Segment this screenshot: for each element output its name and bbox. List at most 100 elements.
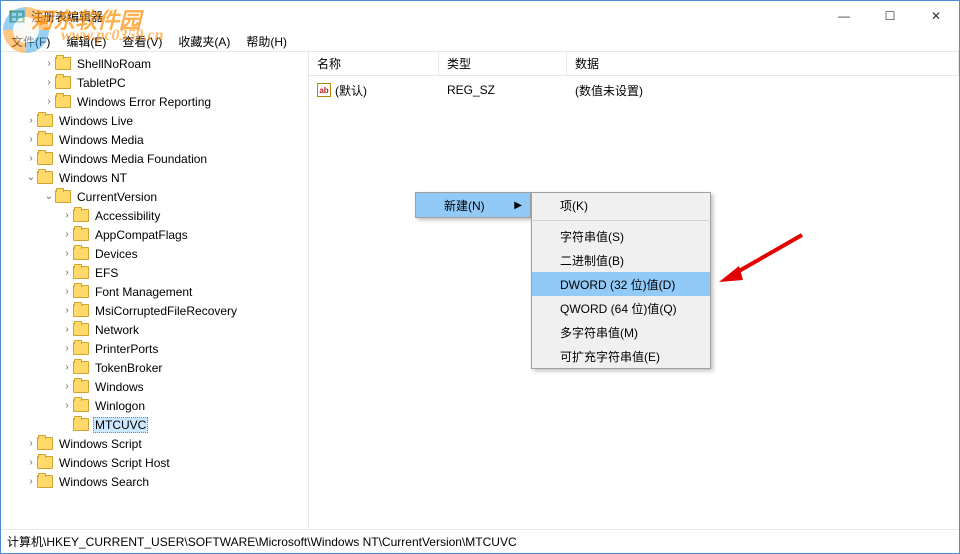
context-menu-1: 新建(N) ▶ — [415, 192, 531, 218]
tree-item[interactable]: › Font Management — [3, 282, 308, 301]
tree-item[interactable]: ›MsiCorruptedFileRecovery — [3, 301, 308, 320]
tree-expander-icon[interactable]: › — [61, 362, 73, 373]
tree-expander-icon[interactable]: › — [25, 457, 37, 468]
ctx-string[interactable]: 字符串值(S) — [532, 224, 710, 248]
tree-item[interactable]: ›TabletPC — [3, 73, 308, 92]
tree-item-label: ShellNoRoam — [75, 57, 153, 71]
tree-expander-icon[interactable]: › — [43, 77, 55, 88]
tree-expander-icon[interactable]: › — [61, 286, 73, 297]
folder-icon — [37, 456, 53, 469]
tree-item-label: Font Management — [93, 285, 194, 299]
menu-help[interactable]: 帮助(H) — [240, 31, 293, 52]
ctx-new[interactable]: 新建(N) ▶ — [416, 193, 530, 217]
tree-item-label: Windows Media Foundation — [57, 152, 209, 166]
tree-item[interactable]: ›Windows Error Reporting — [3, 92, 308, 111]
tree-item[interactable]: ›PrinterPorts — [3, 339, 308, 358]
close-button[interactable]: ✕ — [913, 1, 959, 31]
ctx-expandstring[interactable]: 可扩充字符串值(E) — [532, 344, 710, 368]
tree-item-label: EFS — [93, 266, 120, 280]
tree-expander-icon[interactable]: › — [61, 305, 73, 316]
list-row[interactable]: ab (默认) REG_SZ (数值未设置) — [309, 80, 959, 100]
tree-item-label: Windows NT — [57, 171, 129, 185]
tree-item[interactable]: › Windows Media — [3, 130, 308, 149]
tree-item[interactable]: › ShellNoRoam — [3, 54, 308, 73]
ctx-key[interactable]: 项(K) — [532, 193, 710, 217]
tree-item[interactable]: MTCUVC — [3, 415, 308, 434]
tree-expander-icon[interactable]: › — [61, 324, 73, 335]
tree-item-label: Windows Search — [57, 475, 151, 489]
tree-item[interactable]: ›Windows Script Host — [3, 453, 308, 472]
tree-item-label: Windows Live — [57, 114, 135, 128]
regedit-icon — [9, 8, 25, 24]
ctx-dword[interactable]: DWORD (32 位)值(D) — [532, 272, 710, 296]
tree-item[interactable]: › Windows — [3, 377, 308, 396]
tree-item-label: TokenBroker — [93, 361, 164, 375]
tree-item-label: Accessibility — [93, 209, 162, 223]
tree-expander-icon[interactable]: › — [61, 400, 73, 411]
tree-expander-icon[interactable]: › — [25, 476, 37, 487]
menu-edit[interactable]: 编辑(E) — [60, 31, 112, 52]
tree-item[interactable]: ⌄CurrentVersion — [3, 187, 308, 206]
col-name[interactable]: 名称 — [309, 52, 439, 75]
string-value-icon: ab — [317, 83, 331, 97]
ctx-new-label: 新建(N) — [444, 197, 485, 214]
tree-item[interactable]: › AppCompatFlags — [3, 225, 308, 244]
tree-item[interactable]: › TokenBroker — [3, 358, 308, 377]
tree-item[interactable]: › Network — [3, 320, 308, 339]
tree-item[interactable]: › Accessibility — [3, 206, 308, 225]
statusbar: 计算机\HKEY_CURRENT_USER\SOFTWARE\Microsoft… — [1, 529, 959, 553]
ctx-multistring[interactable]: 多字符串值(M) — [532, 320, 710, 344]
list-pane[interactable]: 名称 类型 数据 ab (默认) REG_SZ (数值未设置) 新建(N) ▶ … — [309, 52, 959, 529]
maximize-button[interactable]: ☐ — [867, 1, 913, 31]
tree-item[interactable]: › Windows Media Foundation — [3, 149, 308, 168]
tree-item-label: Windows Script — [57, 437, 144, 451]
folder-icon — [55, 190, 71, 203]
annotation-arrow-icon — [717, 230, 807, 290]
folder-icon — [55, 57, 71, 70]
tree-item[interactable]: ›Devices — [3, 244, 308, 263]
col-type[interactable]: 类型 — [439, 52, 567, 75]
tree-item-label: Network — [93, 323, 141, 337]
menu-favorites[interactable]: 收藏夹(A) — [172, 31, 236, 52]
minimize-button[interactable]: — — [821, 1, 867, 31]
folder-icon — [73, 228, 89, 241]
tree-expander-icon[interactable]: › — [61, 210, 73, 221]
window-title: 注册表编辑器 — [31, 8, 103, 25]
tree-expander-icon[interactable]: › — [61, 248, 73, 259]
submenu-arrow-icon: ▶ — [514, 200, 522, 211]
folder-icon — [73, 323, 89, 336]
menu-file[interactable]: 文件(F) — [5, 31, 56, 52]
tree-expander-icon[interactable]: › — [25, 134, 37, 145]
tree-item[interactable]: ›Winlogon — [3, 396, 308, 415]
tree-item-label: AppCompatFlags — [93, 228, 190, 242]
tree-expander-icon[interactable]: › — [43, 96, 55, 107]
tree-expander-icon[interactable]: ⌄ — [25, 172, 37, 183]
tree-expander-icon[interactable]: › — [43, 58, 55, 69]
ctx-separator — [533, 220, 709, 221]
tree-item[interactable]: › Windows Search — [3, 472, 308, 491]
tree-item[interactable]: › Windows Live — [3, 111, 308, 130]
folder-icon — [73, 247, 89, 260]
tree-expander-icon[interactable]: › — [25, 115, 37, 126]
tree-expander-icon[interactable]: › — [61, 381, 73, 392]
ctx-qword[interactable]: QWORD (64 位)值(Q) — [532, 296, 710, 320]
tree-item[interactable]: ⌄ Windows NT — [3, 168, 308, 187]
tree-item-label: Windows Media — [57, 133, 146, 147]
tree-pane[interactable]: › ShellNoRoam ›TabletPC›Windows Error Repo… — [1, 52, 309, 529]
tree-expander-icon[interactable]: ⌄ — [43, 191, 55, 202]
tree-item[interactable]: › EFS — [3, 263, 308, 282]
tree-expander-icon[interactable]: › — [61, 267, 73, 278]
folder-icon — [37, 133, 53, 146]
tree-expander-icon[interactable]: › — [61, 229, 73, 240]
col-data[interactable]: 数据 — [567, 52, 959, 75]
tree-expander-icon[interactable]: › — [25, 438, 37, 449]
folder-icon — [73, 209, 89, 222]
tree-item[interactable]: › Windows Script — [3, 434, 308, 453]
menu-view[interactable]: 查看(V) — [116, 31, 168, 52]
folder-icon — [73, 361, 89, 374]
tree-item-label: Windows — [93, 380, 146, 394]
tree-expander-icon[interactable]: › — [61, 343, 73, 354]
ctx-binary[interactable]: 二进制值(B) — [532, 248, 710, 272]
cell-data: (数值未设置) — [567, 82, 643, 99]
tree-expander-icon[interactable]: › — [25, 153, 37, 164]
